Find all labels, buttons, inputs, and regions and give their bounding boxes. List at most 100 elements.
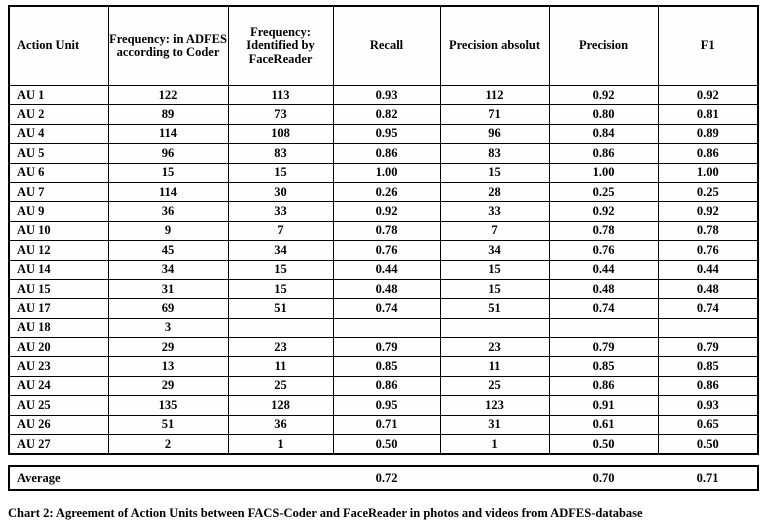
cell-precision: 0.78 [548, 220, 659, 242]
table-row: AU 23 13 11 0.85 11 0.85 0.85 [8, 356, 759, 377]
cell-precision_absolut: 71 [439, 104, 550, 125]
cell-precision_absolut: 83 [439, 143, 550, 164]
cell-precision: 0.76 [548, 240, 659, 261]
cell-freq_facereader: 33 [227, 201, 334, 222]
table-row: AU 1 122 113 0.93 112 0.92 0.92 [8, 84, 759, 106]
table-caption: Chart 2: Agreement of Action Units betwe… [8, 506, 643, 521]
cell-freq_facereader: 128 [227, 395, 334, 416]
table-row: AU 7 114 30 0.26 28 0.25 0.25 [8, 181, 759, 203]
cell-action-unit: AU 23 [8, 356, 109, 377]
cell-freq_adfes: 51 [107, 414, 229, 436]
cell-freq_facereader: 51 [227, 298, 334, 319]
cell-recall: 0.86 [332, 375, 441, 397]
cell-freq_adfes: 122 [107, 84, 229, 106]
cell-freq_adfes: 29 [107, 337, 229, 358]
cell-freq_adfes: 31 [107, 278, 229, 300]
average-frequency-facereader [228, 466, 333, 492]
average-f1: 0.71 [658, 466, 758, 492]
cell-precision: 0.79 [548, 337, 659, 358]
cell-f1: 0.78 [657, 220, 759, 242]
cell-action-unit: AU 9 [8, 201, 109, 222]
cell-freq_adfes: 34 [107, 259, 229, 280]
cell-action-unit: AU 14 [8, 259, 109, 280]
cell-precision: 0.86 [548, 375, 659, 397]
column-header-f1: F1 [657, 5, 759, 86]
cell-action-unit: AU 12 [8, 240, 109, 261]
table-row: AU 25 135 128 0.95 123 0.91 0.93 [8, 395, 759, 416]
table-header: Action Unit Frequency: in ADFES accordin… [8, 5, 759, 86]
cell-precision_absolut: 34 [439, 240, 550, 261]
table-row: AU 12 45 34 0.76 34 0.76 0.76 [8, 240, 759, 261]
cell-recall: 0.78 [332, 220, 441, 242]
cell-freq_facereader: 108 [227, 123, 334, 145]
column-header-precision-absolut: Precision absolut [439, 5, 550, 86]
cell-precision: 0.25 [548, 181, 659, 203]
cell-precision_absolut [439, 317, 550, 339]
cell-freq_adfes: 13 [107, 356, 229, 377]
cell-freq_facereader: 34 [227, 240, 334, 261]
cell-recall: 0.92 [332, 201, 441, 222]
cell-freq_facereader: 83 [227, 143, 334, 164]
column-header-action-unit: Action Unit [8, 5, 109, 86]
cell-recall: 0.86 [332, 143, 441, 164]
cell-freq_facereader [227, 317, 334, 339]
cell-precision_absolut: 112 [439, 84, 550, 106]
cell-f1: 1.00 [657, 162, 759, 183]
cell-f1: 0.86 [657, 143, 759, 164]
cell-action-unit: AU 20 [8, 337, 109, 358]
cell-freq_facereader: 11 [227, 356, 334, 377]
cell-action-unit: AU 18 [8, 317, 109, 339]
cell-f1: 0.74 [657, 298, 759, 319]
cell-recall: 0.48 [332, 278, 441, 300]
table-row: AU 17 69 51 0.74 51 0.74 0.74 [8, 298, 759, 319]
cell-f1 [657, 317, 759, 339]
cell-precision: 0.44 [548, 259, 659, 280]
cell-f1: 0.86 [657, 375, 759, 397]
cell-freq_adfes: 96 [107, 143, 229, 164]
cell-freq_facereader: 113 [227, 84, 334, 106]
table-row: AU 5 96 83 0.86 83 0.86 0.86 [8, 143, 759, 164]
cell-precision_absolut: 31 [439, 414, 550, 436]
column-header-frequency-facereader: Frequency: Identified by FaceReader [227, 5, 334, 86]
cell-action-unit: AU 25 [8, 395, 109, 416]
cell-action-unit: AU 4 [8, 123, 109, 145]
cell-precision_absolut: 123 [439, 395, 550, 416]
cell-f1: 0.85 [657, 356, 759, 377]
page-root: Action Unit Frequency: in ADFES accordin… [0, 0, 765, 522]
cell-freq_adfes: 114 [107, 181, 229, 203]
cell-recall: 0.50 [332, 434, 441, 456]
cell-precision_absolut: 51 [439, 298, 550, 319]
column-header-precision: Precision [548, 5, 659, 86]
cell-recall: 1.00 [332, 162, 441, 183]
cell-precision: 1.00 [548, 162, 659, 183]
cell-freq_facereader: 1 [227, 434, 334, 456]
cell-action-unit: AU 24 [8, 375, 109, 397]
cell-precision: 0.80 [548, 104, 659, 125]
cell-action-unit: AU 15 [8, 278, 109, 300]
cell-action-unit: AU 5 [8, 143, 109, 164]
cell-f1: 0.79 [657, 337, 759, 358]
cell-action-unit: AU 26 [8, 414, 109, 436]
cell-precision: 0.86 [548, 143, 659, 164]
average-label: Average [9, 466, 108, 492]
cell-precision_absolut: 28 [439, 181, 550, 203]
cell-precision_absolut: 7 [439, 220, 550, 242]
cell-f1: 0.48 [657, 278, 759, 300]
cell-freq_adfes: 45 [107, 240, 229, 261]
cell-freq_adfes: 114 [107, 123, 229, 145]
cell-recall: 0.95 [332, 123, 441, 145]
cell-precision_absolut: 15 [439, 259, 550, 280]
cell-precision: 0.61 [548, 414, 659, 436]
cell-freq_adfes: 3 [107, 317, 229, 339]
cell-freq_facereader: 36 [227, 414, 334, 436]
cell-recall [332, 317, 441, 339]
average-row: Average 0.72 0.70 0.71 [9, 466, 758, 492]
cell-action-unit: AU 17 [8, 298, 109, 319]
cell-recall: 0.76 [332, 240, 441, 261]
cell-precision: 0.48 [548, 278, 659, 300]
cell-recall: 0.82 [332, 104, 441, 125]
cell-recall: 0.85 [332, 356, 441, 377]
action-unit-table: Action Unit Frequency: in ADFES accordin… [8, 5, 759, 456]
cell-f1: 0.89 [657, 123, 759, 145]
cell-action-unit: AU 2 [8, 104, 109, 125]
